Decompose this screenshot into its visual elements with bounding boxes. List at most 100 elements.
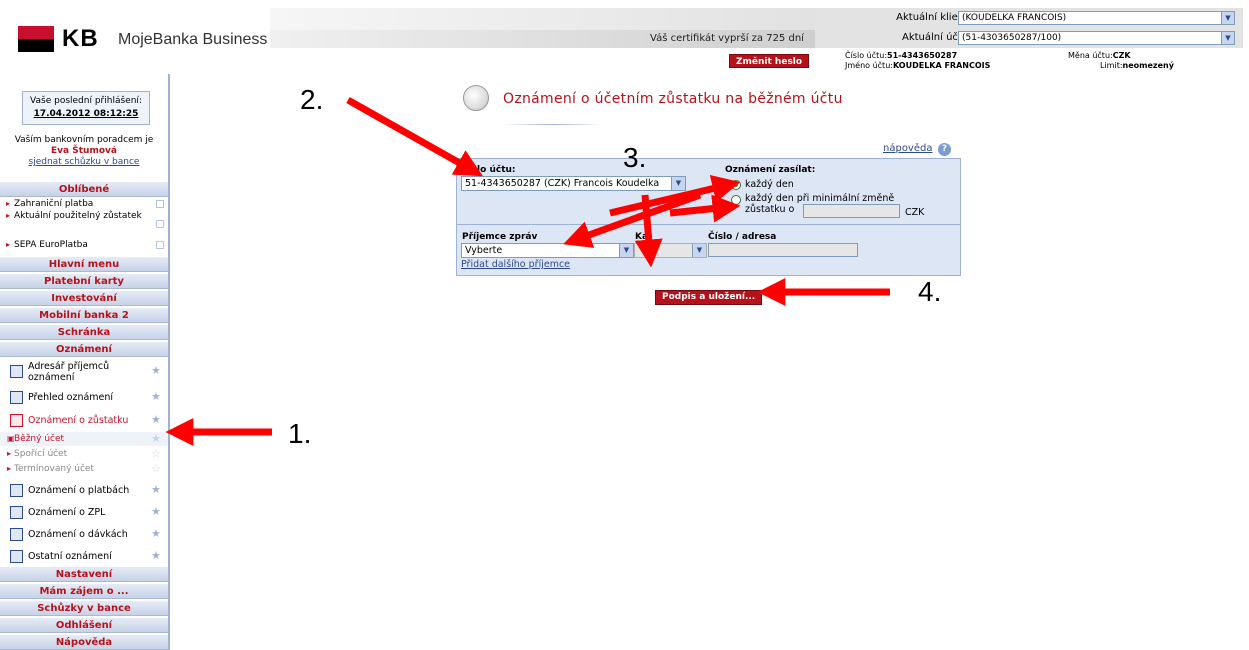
account-row: Aktuální účet (51-4303650287/100) ▼ — [815, 29, 1243, 47]
recipient-select[interactable]: Vyberte ▼ — [461, 243, 634, 258]
remove-favorite-icon[interactable] — [156, 220, 164, 228]
limit: neomezený — [1122, 61, 1174, 70]
divider — [456, 224, 961, 225]
advisor-label: Vaším bankovním poradcem je — [14, 135, 154, 145]
notif-recipient-book[interactable]: Adresář příjemců oznámení ★ — [0, 361, 168, 383]
advisor-name: Eva Štumová — [51, 146, 117, 156]
arrow-2 — [346, 96, 483, 177]
menu-nastaveni[interactable]: Nastavení — [0, 566, 168, 582]
help-icon[interactable]: ? — [938, 143, 951, 156]
schedule-meeting-link[interactable]: sjednat schůzku v bance — [0, 157, 168, 168]
address-label: Číslo / adresa — [708, 232, 777, 242]
menu-schranka[interactable]: Schránka — [0, 324, 168, 340]
channel-label: Ka — [635, 232, 649, 242]
radio-daily[interactable] — [731, 180, 741, 190]
notif-zpl[interactable]: Oznámení o ZPL ★ — [0, 502, 168, 524]
favorite-item[interactable]: ▸ SEPA EuroPlatba — [0, 240, 168, 251]
remove-favorite-icon[interactable] — [156, 241, 164, 249]
notif-label: Ostatní oznámení — [28, 551, 112, 562]
annotation-number: 1. — [288, 418, 312, 449]
chevron-down-icon[interactable]: ▼ — [619, 244, 633, 257]
sub-term-account[interactable]: ▸ Termínovaný účet ☆ — [0, 462, 168, 476]
account-select[interactable]: 51-4343650287 (CZK) Francois Koudelka ▼ — [461, 176, 686, 191]
chevron-down-icon[interactable]: ▼ — [1221, 32, 1234, 44]
menu-oznameni[interactable]: Oznámení — [0, 341, 168, 357]
context-selectors: Aktuální klient (KOUDELKA FRANCOIS) ▼ Ak… — [815, 8, 1243, 48]
menu-napoveda[interactable]: Nápověda — [0, 634, 168, 650]
address-input[interactable] — [708, 243, 858, 257]
account-name-label: Jméno účtu: — [845, 61, 893, 70]
menu-odhlaseni[interactable]: Odhlášení — [0, 617, 168, 633]
notif-label: Oznámení o dávkách — [28, 529, 128, 540]
sign-and-save-button[interactable]: Podpis a uložení... — [655, 290, 763, 305]
help-link[interactable]: nápověda — [883, 143, 932, 154]
notif-other[interactable]: Ostatní oznámení ★ — [0, 546, 168, 568]
divider — [503, 124, 603, 125]
favorite-item[interactable]: ▸ Zahraniční platba — [0, 199, 168, 210]
last-login-label: Vaše poslední přihlášení: — [30, 96, 142, 106]
client-select[interactable]: (KOUDELKA FRANCOIS) ▼ — [958, 11, 1235, 25]
account-select[interactable]: (51-4303650287/100) ▼ — [958, 31, 1235, 45]
change-password-button[interactable]: Změnit heslo — [729, 54, 810, 68]
annotation-number: 2. — [300, 84, 324, 115]
notif-overview[interactable]: Přehled oznámení ★ — [0, 387, 168, 409]
menu-mam-zajem[interactable]: Mám zájem o ... — [0, 583, 168, 599]
favorite-label: Zahraniční platba — [14, 199, 94, 209]
notif-label: Oznámení o platbách — [28, 485, 130, 496]
notif-balance[interactable]: Oznámení o zůstatku ★ — [0, 410, 168, 432]
menu-mobilni-banka[interactable]: Mobilní banka 2 — [0, 307, 168, 323]
certificate-notice: Váš certifikát vyprší za 725 dní — [650, 33, 804, 44]
star-icon[interactable]: ★ — [151, 506, 161, 517]
option-daily-label: každý den — [745, 179, 794, 190]
sidebar: Vaše poslední přihlášení: 17.04.2012 08:… — [0, 74, 170, 650]
annotation-number: 3. — [623, 142, 647, 173]
list-icon — [10, 391, 23, 404]
star-icon[interactable]: ☆ — [151, 447, 161, 461]
other-icon — [10, 550, 23, 563]
app-name: MojeBanka Business — [118, 31, 268, 48]
brand-name: KB — [62, 25, 99, 52]
star-icon[interactable]: ★ — [151, 550, 161, 561]
favorite-label: SEPA EuroPlatba — [14, 240, 88, 250]
remove-favorite-icon[interactable] — [156, 200, 164, 208]
star-icon[interactable]: ☆ — [151, 462, 161, 476]
page-title: Oznámení o účetním zůstatku na běžném úč… — [503, 91, 843, 107]
sub-current-account[interactable]: ▣ Běžný účet ★ — [0, 432, 168, 446]
account-number-label: Číslo účtu: — [845, 51, 888, 60]
kb-logo-icon — [18, 26, 54, 52]
sub-savings-account[interactable]: ▸ Spořící účet ☆ — [0, 447, 168, 461]
bullet-icon: ▸ — [7, 464, 12, 473]
client-value: (KOUDELKA FRANCOIS) — [962, 13, 1067, 23]
notif-batches[interactable]: Oznámení o dávkách ★ — [0, 524, 168, 546]
notify-label: Oznámení zasílat: — [725, 165, 816, 175]
star-icon[interactable]: ★ — [151, 414, 161, 425]
chevron-down-icon[interactable]: ▼ — [692, 244, 706, 257]
min-change-input[interactable] — [803, 204, 900, 218]
zpl-icon — [10, 506, 23, 519]
add-recipient-link[interactable]: Přidat dalšího příjemce — [461, 259, 570, 270]
menu-investovani[interactable]: Investování — [0, 290, 168, 306]
envelope-icon — [10, 365, 23, 378]
menu-hlavni-menu[interactable]: Hlavní menu — [0, 256, 168, 272]
notif-label: Přehled oznámení — [28, 392, 114, 403]
notif-payments[interactable]: Oznámení o platbách ★ — [0, 480, 168, 502]
sub-label: Termínovaný účet — [14, 464, 94, 474]
chevron-down-icon[interactable]: ▼ — [671, 177, 685, 190]
logo: KB MojeBanka Business — [0, 0, 270, 74]
section-favorites[interactable]: Oblíbené — [0, 181, 168, 197]
chevron-down-icon[interactable]: ▼ — [1221, 12, 1234, 24]
star-icon[interactable]: ★ — [151, 432, 161, 446]
menu-platebni-karty[interactable]: Platební karty — [0, 273, 168, 289]
notif-label: Oznámení o ZPL — [28, 507, 106, 518]
radio-min-change[interactable] — [731, 195, 741, 205]
header-band — [270, 8, 815, 30]
channel-select[interactable]: ▼ — [634, 243, 707, 258]
star-icon[interactable]: ★ — [151, 484, 161, 495]
header: KB MojeBanka Business Váš certifikát vyp… — [0, 0, 1249, 74]
star-icon[interactable]: ★ — [151, 365, 161, 376]
favorite-item[interactable]: ▸ Aktuální použitelný zůstatek — [0, 211, 168, 237]
star-icon[interactable]: ★ — [151, 391, 161, 402]
payments-icon — [10, 484, 23, 497]
star-icon[interactable]: ★ — [151, 528, 161, 539]
menu-schuzky[interactable]: Schůzky v bance — [0, 600, 168, 616]
